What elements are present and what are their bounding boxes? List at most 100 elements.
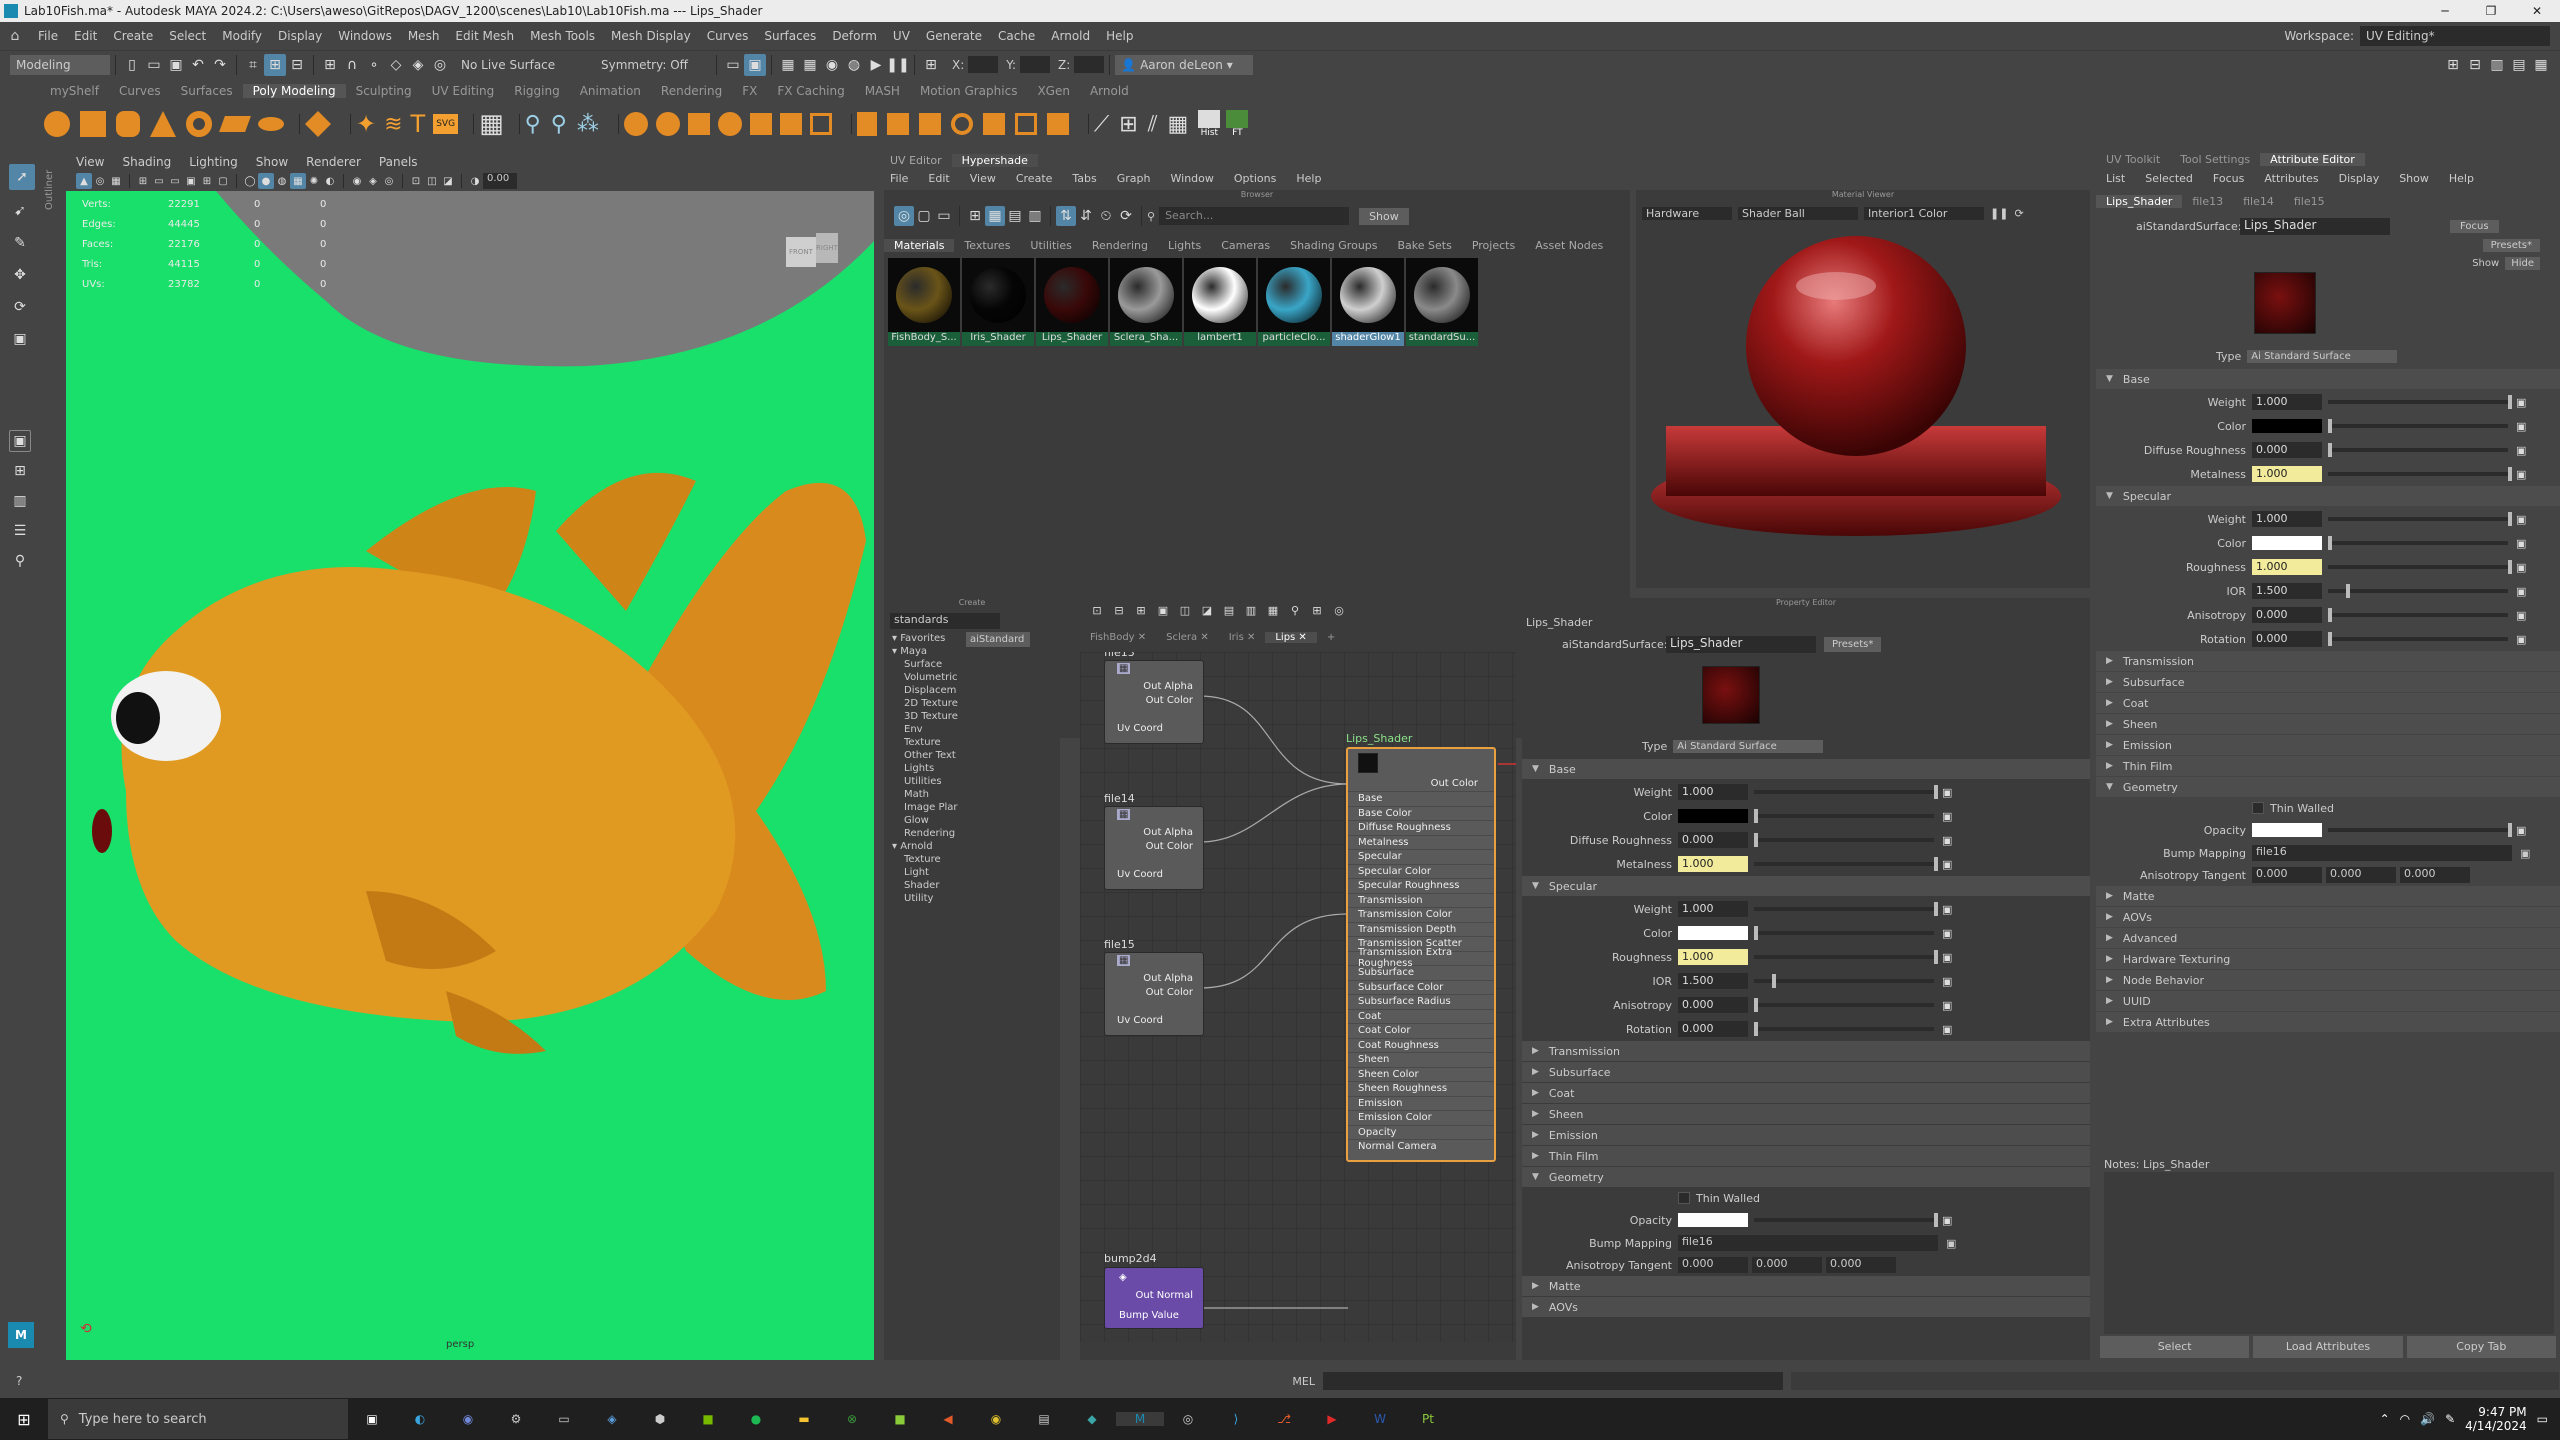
workspace-select[interactable]: UV Editing* [2360, 26, 2550, 46]
aa-icon[interactable]: ◈ [365, 173, 381, 189]
shader-input-specular-color[interactable]: Specular Color [1348, 863, 1494, 879]
hs-menu-window[interactable]: Window [1161, 172, 1224, 185]
help-icon[interactable]: ? [16, 1374, 22, 1388]
attr-slider-metalness[interactable] [1754, 857, 1938, 871]
bridge-icon[interactable] [809, 113, 832, 135]
section-transmission[interactable]: ▶ Transmission [2096, 651, 2560, 671]
obs-icon[interactable]: ◎ [1164, 1412, 1212, 1426]
poly-cube-icon[interactable] [80, 111, 106, 137]
attr-field-tangent[interactable]: 0.000 [1752, 1257, 1822, 1273]
attr-map-icon[interactable]: ▣ [1942, 834, 1952, 847]
camera-attr-icon[interactable]: ◎ [92, 173, 108, 189]
hs-menu-edit[interactable]: Edit [918, 172, 959, 185]
attr-field-roughness[interactable]: 1.000 [2252, 559, 2322, 575]
list-view-icon[interactable]: ▤ [1005, 206, 1025, 226]
search-tool-icon[interactable]: ⚲ [9, 550, 31, 572]
attr-field-tangent[interactable]: 0.000 [2400, 867, 2470, 883]
graph-tab-iris[interactable]: Iris ✕ [1219, 632, 1266, 643]
redo-icon[interactable]: ↷ [209, 54, 231, 76]
select-object-icon[interactable]: ⊞ [264, 53, 286, 76]
attr-slider-weight[interactable] [2328, 512, 2512, 526]
create-tree-item-3d-texture[interactable]: 3D Texture [892, 710, 960, 723]
attr-map-icon[interactable]: ▣ [2516, 609, 2526, 622]
attr-slider-metalness[interactable] [2328, 467, 2512, 481]
create-tree-item-volumetric[interactable]: Volumetric [892, 671, 960, 684]
ae-menu-focus[interactable]: Focus [2203, 172, 2254, 185]
pe-name-field[interactable]: Lips_Shader [1666, 635, 1816, 653]
attr-color-swatch-opacity[interactable] [1678, 1213, 1748, 1227]
file-node-port-out-color[interactable]: Out Color [1146, 695, 1193, 706]
attr-field-weight[interactable]: 1.000 [2252, 511, 2322, 527]
ao-icon[interactable]: ◉ [349, 173, 365, 189]
create-tree-item-glow[interactable]: Glow [892, 814, 960, 827]
outliner-tab[interactable]: Outliner [44, 150, 60, 210]
attr-field-anisotropy[interactable]: 0.000 [1678, 997, 1748, 1013]
file-node-port-out-alpha[interactable]: Out Alpha [1143, 681, 1193, 692]
attr-slider-anisotropy[interactable] [2328, 608, 2508, 622]
isolate-icon[interactable]: ⊡ [408, 173, 424, 189]
attr-field-diffuse-roughness[interactable]: 0.000 [1678, 832, 1748, 848]
section-geometry[interactable]: ▼ Geometry [1522, 1167, 2090, 1187]
shader-input-emission-color[interactable]: Emission Color [1348, 1110, 1494, 1125]
attr-map-icon[interactable]: ▣ [2516, 633, 2526, 646]
git-icon[interactable]: ⎇ [1260, 1412, 1308, 1426]
hs-menu-view[interactable]: View [960, 172, 1006, 185]
attr-field-rotation[interactable]: 0.000 [1678, 1021, 1748, 1037]
material-swatch[interactable]: shaderGlow1 [1332, 258, 1404, 346]
menu-select[interactable]: Select [161, 29, 214, 43]
wire-on-shaded-icon[interactable]: ◍ [274, 173, 290, 189]
maya-taskbar-icon[interactable]: M [1116, 1412, 1164, 1426]
file-node[interactable]: file13 ▦ Out Alpha Out Color Uv Coord [1104, 652, 1204, 744]
ae-node-tab-file15[interactable]: file15 [2284, 195, 2335, 208]
ne-icon-12[interactable]: ◎ [1330, 601, 1348, 619]
viewport-menu-view[interactable]: View [76, 155, 114, 169]
media-icon[interactable]: ◀ [924, 1412, 972, 1426]
ae-presets-button[interactable]: Presets* [2482, 238, 2540, 252]
ae-button-load-attributes[interactable]: Load Attributes [2253, 1336, 2403, 1358]
word-icon[interactable]: W [1356, 1412, 1404, 1426]
attr-field-weight[interactable]: 1.000 [1678, 784, 1748, 800]
bevel-icon[interactable] [886, 113, 909, 135]
attr-slider-color[interactable] [1754, 926, 1934, 940]
section-coat[interactable]: ▶ Coat [2096, 693, 2560, 713]
node-graph-canvas[interactable]: file13 ▦ Out Alpha Out Color Uv Coord file14 ▦… [1080, 652, 1516, 1342]
file-node-uv[interactable]: Uv Coord [1117, 1015, 1163, 1026]
extrude-icon[interactable] [856, 112, 877, 136]
sort-time-icon[interactable]: ⏲ [1096, 206, 1116, 226]
pen-icon[interactable]: ✎ [2445, 1412, 2455, 1426]
field-chart-icon[interactable]: ⊞ [199, 173, 215, 189]
bump-map-icon[interactable]: ▣ [1946, 1237, 1956, 1250]
ne-icon-11[interactable]: ⊞ [1308, 601, 1326, 619]
sweep-mesh-icon[interactable]: ✦ [356, 110, 376, 138]
painter-icon[interactable]: Pt [1404, 1412, 1452, 1426]
shelf-tab-animation[interactable]: Animation [570, 84, 651, 98]
lighting-select[interactable]: Interior1 Color [1864, 206, 1984, 220]
create-search[interactable]: standards [890, 613, 1000, 629]
task-view-icon[interactable]: ▣ [348, 1412, 396, 1426]
snap-point-icon[interactable]: ∘ [363, 54, 385, 76]
attr-map-icon[interactable]: ▣ [1942, 975, 1952, 988]
file-node[interactable]: file14 ▦ Out Alpha Out Color Uv Coord [1104, 792, 1204, 890]
attr-slider-roughness[interactable] [2328, 560, 2512, 574]
sort-type-icon[interactable]: ⇵ [1076, 206, 1096, 226]
ne-icon-3[interactable]: ⊞ [1132, 601, 1150, 619]
offset-loop-icon[interactable]: ⊞ [1119, 112, 1137, 137]
file-node-port-out-alpha[interactable]: Out Alpha [1143, 973, 1193, 984]
section-sheen[interactable]: ▶ Sheen [1522, 1104, 2090, 1124]
attr-map-icon[interactable]: ▣ [1942, 810, 1952, 823]
poly-cone-icon[interactable] [150, 111, 176, 137]
sculpt-icon-2[interactable]: ⚲ [551, 112, 567, 137]
ae-notes-field[interactable] [2104, 1172, 2554, 1334]
create-tree-item-maya[interactable]: ▾ Maya [892, 645, 960, 658]
smooth-icon[interactable] [687, 113, 710, 135]
menu-mesh-display[interactable]: Mesh Display [603, 29, 699, 43]
menu-edit-mesh[interactable]: Edit Mesh [447, 29, 522, 43]
section-coat[interactable]: ▶ Coat [1522, 1083, 2090, 1103]
poly-cylinder-icon[interactable] [116, 111, 140, 137]
shelf-tab-poly-modeling[interactable]: Poly Modeling [242, 84, 346, 98]
shader-input-sheen[interactable]: Sheen [1348, 1052, 1494, 1067]
ae-tab-tool-settings[interactable]: Tool Settings [2170, 153, 2260, 166]
view-cube[interactable]: FRONT RIGHT [782, 223, 842, 271]
graph-tab-sclera[interactable]: Sclera ✕ [1156, 632, 1219, 643]
hist-button[interactable]: Hist [1198, 110, 1221, 138]
